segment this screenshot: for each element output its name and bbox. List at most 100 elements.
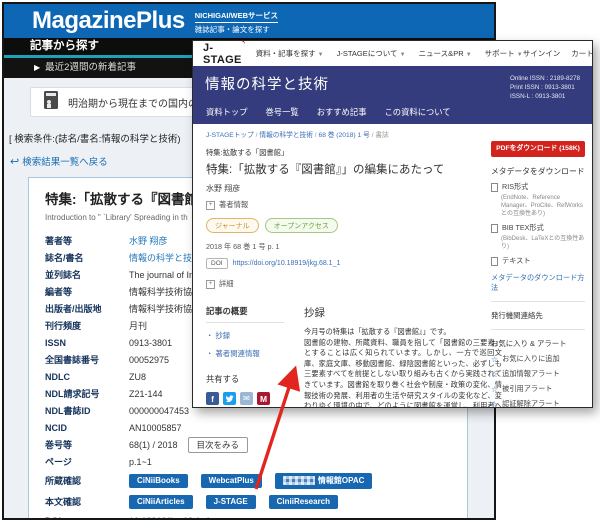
chevron-down-icon: ▼ — [400, 52, 406, 58]
abstract-paragraph: 図書館の建物、所蔵資料、職員を指して「図書館の三要素」とすることは広く知られてい… — [304, 338, 502, 408]
nav-about-jstage[interactable]: J-STAGEについて ▼ — [337, 48, 406, 59]
field-row-volume: 巻号等 68(1) / 2018 目次をみる — [45, 436, 467, 453]
jstage-window: J-STAGE 資料・記事を探す ▼ J-STAGEについて ▼ ニュース&PR… — [192, 40, 593, 408]
additional-info-alert-link[interactable]: ☆追加情報アラート — [491, 369, 585, 379]
star-icon: ☆ — [491, 355, 498, 364]
journal-link[interactable]: 情報の科学と技術 — [129, 251, 201, 264]
mendeley-icon[interactable]: M — [257, 392, 270, 405]
abstract-column: 抄録 今月号の特集は「拡散する『図書館』」です。 図書館の建物、所蔵資料、職員を… — [304, 305, 502, 408]
journal-nav: 資料トップ 巻号一覧 おすすめ記事 この資料について — [206, 106, 451, 118]
jstage-button[interactable]: J-STAGE — [206, 495, 256, 509]
auth-alert-link[interactable]: ☆認証解除アラート — [491, 399, 585, 408]
breadcrumb: J-STAGEトップ / 情報の科学と技術 / 68 巻 (2018) 1 号 … — [206, 129, 592, 139]
add-favorite-link[interactable]: ☆お気に入りに追加 — [491, 354, 585, 364]
breadcrumb-home[interactable]: J-STAGEトップ — [206, 132, 254, 139]
webcat-plus-button[interactable]: WebcatPlus — [201, 474, 262, 488]
bullet-icon: ・ — [206, 349, 213, 358]
bullet-icon: ・ — [206, 331, 213, 340]
abstract-heading: 抄録 — [304, 305, 502, 320]
pdf-download-button[interactable]: PDFをダウンロード (158K) — [491, 141, 585, 157]
facebook-icon[interactable]: f — [206, 392, 219, 405]
jstage-topbar: J-STAGE 資料・記事を探す ▼ J-STAGEについて ▼ ニュース&PR… — [193, 41, 592, 66]
issn-block: Online ISSN : 2189-8278 Print ISSN : 091… — [510, 74, 580, 101]
nav-support[interactable]: サポート ▼ — [485, 48, 523, 59]
play-icon: ▶ — [34, 63, 40, 72]
magazineplus-logo-subtitle: NICHIGAI/WEBサービス 雑誌記事・論文を探す — [195, 10, 278, 35]
email-icon[interactable]: ✉ — [240, 392, 253, 405]
sign-in-link[interactable]: サインイン — [523, 48, 561, 59]
star-icon: ☆ — [491, 385, 498, 394]
breadcrumb-issue[interactable]: 68 巻 (2018) 1 号 — [318, 132, 369, 139]
file-icon — [491, 257, 498, 266]
favorites-heading: お気に入り & アラート — [491, 338, 585, 349]
metadata-heading: メタデータをダウンロード — [491, 166, 585, 177]
divider — [491, 301, 585, 302]
jstage-main-nav: 資料・記事を探す ▼ J-STAGEについて ▼ ニュース&PR ▼ サポート … — [256, 48, 523, 59]
field-row-doi: DOI 10.18919/jkg.68.1_1 — [45, 512, 467, 520]
jstage-user-nav: サインイン カート JA ▼ — [523, 48, 593, 60]
citation-alert-link[interactable]: ☆被引用アラート — [491, 384, 585, 394]
field-row-holdings: 所蔵確認 CiNiiBooks WebcatPlus 情報館OPAC — [45, 470, 467, 491]
database-banner-text: 明治期から現在までの国内の雑 — [68, 95, 208, 110]
tab-about-journal[interactable]: この資料について — [385, 106, 451, 118]
plus-icon: + — [206, 201, 215, 210]
share-heading: 共有する — [206, 373, 294, 385]
magazineplus-logo: MagazinePlus — [32, 7, 185, 35]
chevron-down-icon: ▼ — [466, 52, 472, 58]
author-link[interactable]: 水野 翔彦 — [129, 234, 168, 247]
overview-column: 記事の概要 ・抄録 ・著者関連情報 共有する f ✉ M — [206, 305, 294, 408]
jstage-logo[interactable]: J-STAGE — [203, 42, 242, 66]
file-icon — [491, 224, 498, 233]
redacted-text-block — [283, 476, 315, 485]
field-row-ncid: NCID AN10005857 — [45, 419, 467, 436]
bibtex-download-link[interactable]: BIB TEX形式 — [491, 223, 585, 233]
cinii-articles-button[interactable]: CiNiiArticles — [129, 495, 193, 509]
jstage-content: J-STAGEトップ / 情報の科学と技術 / 68 巻 (2018) 1 号 … — [193, 124, 592, 407]
field-row-page: ページ p.1~1 — [45, 453, 467, 470]
share-icons: f ✉ M — [206, 392, 294, 405]
issn-l: ISSN-L : 0913-3801 — [510, 92, 580, 101]
plus-icon: + — [206, 280, 215, 289]
tab-journal-top[interactable]: 資料トップ — [206, 106, 248, 118]
tab-recommended[interactable]: おすすめ記事 — [317, 106, 367, 118]
star-icon: ☆ — [491, 400, 498, 409]
nav-news-pr[interactable]: ニュース&PR ▼ — [419, 48, 472, 59]
ris-download-link[interactable]: RIS形式 — [491, 182, 585, 192]
tab-volume-list[interactable]: 巻号一覧 — [266, 106, 299, 118]
author-related-link[interactable]: ・著者関連情報 — [206, 348, 294, 359]
print-issn: Print ISSN : 0913-3801 — [510, 83, 580, 92]
text-download-link[interactable]: テキスト — [491, 256, 585, 266]
cart-link[interactable]: カート — [571, 48, 593, 59]
cinii-research-button[interactable]: CiniiResearch — [269, 495, 338, 509]
doi-chip: DOI — [206, 258, 228, 269]
article-title: 特集:「拡散する『図書館』」の編集にあたって — [206, 161, 506, 177]
field-row-fulltext: 本文確認 CiNiiArticles J-STAGE CiniiResearch — [45, 491, 467, 512]
breadcrumb-current: 書誌 — [375, 132, 388, 139]
cinii-books-button[interactable]: CiNiiBooks — [129, 474, 188, 488]
metadata-howto-link[interactable]: メタデータのダウンロード方法 — [491, 273, 585, 293]
doi-url-link[interactable]: https://doi.org/10.18919/jkg.68.1_1 — [233, 260, 341, 267]
overview-heading: 記事の概要 — [206, 305, 284, 323]
file-icon — [491, 183, 498, 192]
publisher-contact-link[interactable]: 発行機関連絡先 — [491, 310, 585, 321]
opac-button[interactable]: 情報館OPAC — [275, 473, 373, 489]
twitter-icon[interactable] — [223, 392, 236, 405]
star-icon: ☆ — [491, 370, 498, 379]
toc-button[interactable]: 目次をみる — [188, 437, 249, 453]
ris-note: (EndNote、Reference Manager、ProCite、RefWo… — [501, 194, 585, 218]
open-access-tag: オープンアクセス — [265, 218, 338, 233]
journal-banner: 情報の科学と技術 Online ISSN : 2189-8278 Print I… — [193, 66, 592, 124]
back-arrow-icon: ↩ — [10, 155, 19, 168]
abstract-paragraph: 今月号の特集は「拡散する『図書館』」です。 — [304, 327, 502, 338]
magazineplus-header: MagazinePlus NICHIGAI/WEBサービス 雑誌記事・論文を探す — [4, 4, 494, 38]
divider — [491, 329, 585, 330]
bibtex-note: (BibDesk、LaTeXとの互換性あり) — [501, 235, 585, 251]
chevron-down-icon: ▼ — [318, 52, 324, 58]
online-issn: Online ISSN : 2189-8278 — [510, 74, 580, 83]
nav-search-articles[interactable]: 資料・記事を探す ▼ — [256, 48, 324, 59]
doi-link[interactable]: 10.18919/jkg.68.1_1 — [129, 516, 211, 521]
abstract-anchor-link[interactable]: ・抄録 — [206, 330, 294, 341]
journal-tag: ジャーナル — [206, 218, 259, 233]
jstage-sidebar: PDFをダウンロード (158K) メタデータをダウンロード RIS形式 (En… — [491, 141, 585, 408]
breadcrumb-journal[interactable]: 情報の科学と技術 — [259, 132, 313, 139]
